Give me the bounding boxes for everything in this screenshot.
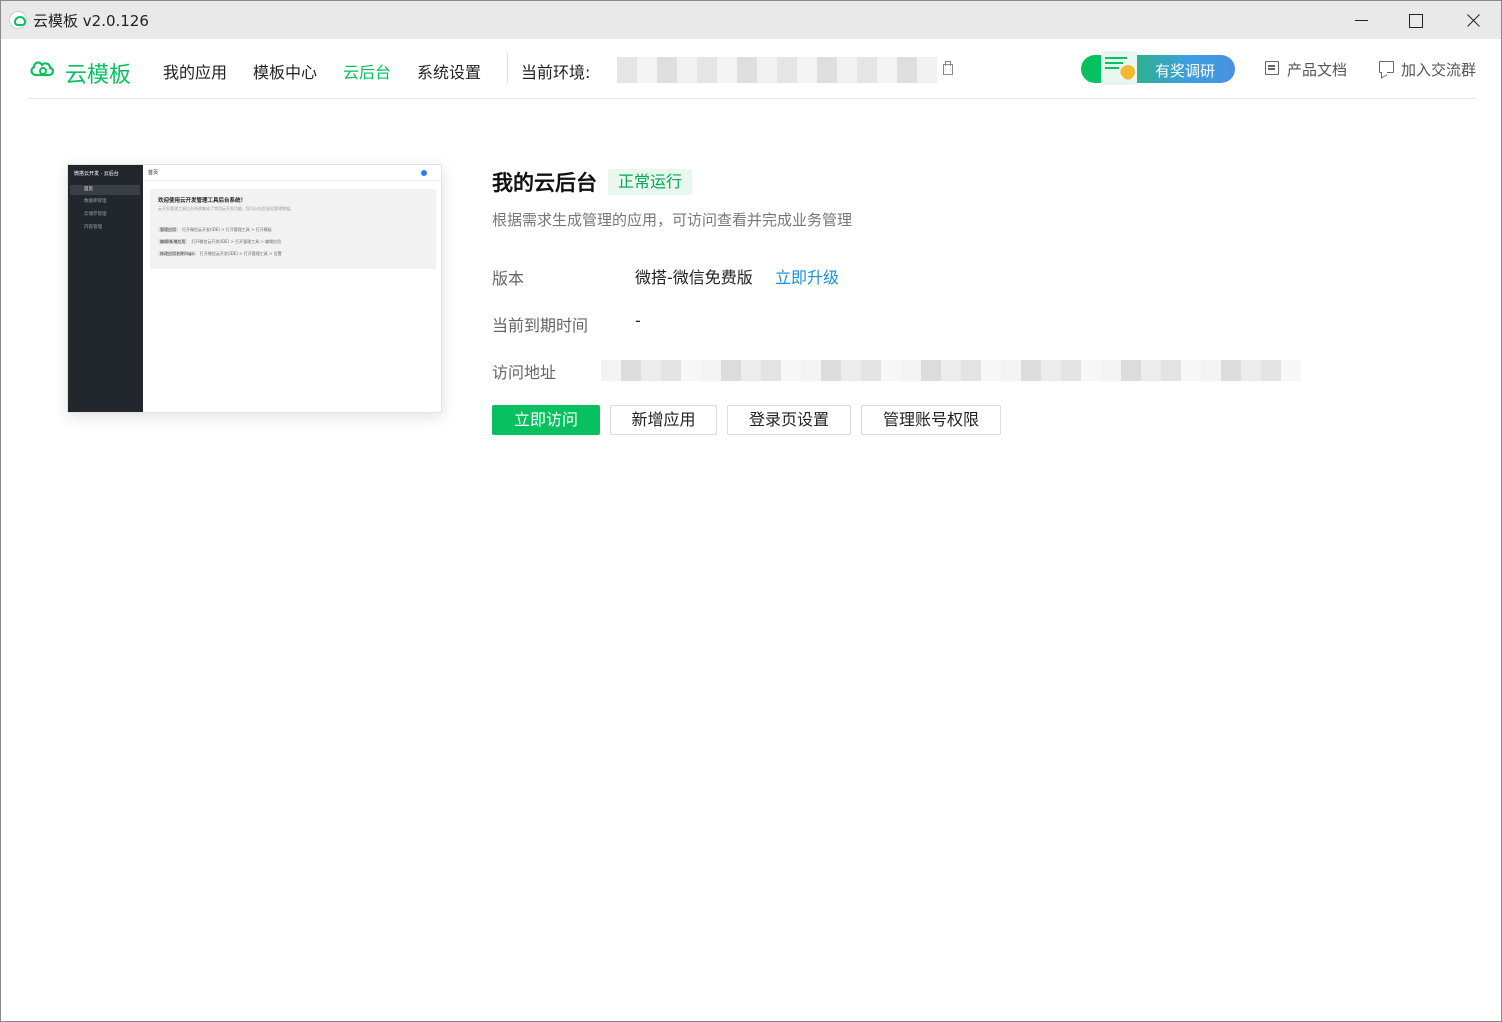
nav-divider <box>507 53 508 83</box>
top-nav: 云模板 我的应用 模板中心 云后台 系统设置 当前环境: 有奖调研 产品文档 加… <box>27 39 1477 99</box>
version-value: 微搭-微信免费版 <box>635 268 753 287</box>
nav-cloud-backend[interactable]: 云后台 <box>343 59 391 83</box>
env-value-redacted <box>617 57 937 83</box>
cloud-icon <box>30 61 54 77</box>
docs-link[interactable]: 产品文档 <box>1265 59 1347 80</box>
account-permissions-button[interactable]: 管理账号权限 <box>861 405 1001 435</box>
preview-welcome-title: 欢迎使用云开发管理工具后台系统！ <box>158 198 247 204</box>
survey-illustration-icon <box>1101 51 1138 85</box>
nav-system-settings[interactable]: 系统设置 <box>417 59 481 83</box>
page-title: 我的云后台 <box>492 171 597 195</box>
status-badge: 正常运行 <box>608 169 693 195</box>
minimize-icon[interactable] <box>1341 5 1381 35</box>
url-label: 访问地址 <box>492 363 557 382</box>
url-value-redacted <box>601 360 1301 381</box>
preview-menu-item: 数据库管理 <box>84 199 107 204</box>
app-window: 云模板 v2.0.126 云模板 我的应用 模板中心 云后台 系统设置 当前环境… <box>0 0 1502 1022</box>
preview-welcome-card: 欢迎使用云开发管理工具后台系统！ 云开发管理工具后台系统集成了常用云开发功能，您… <box>150 189 436 269</box>
backend-preview-thumbnail: 微搭云开发 · 云后台 首页 数据库管理 云储存管理 内容管理 首页 欢迎使用云… <box>67 164 442 413</box>
close-icon[interactable] <box>1453 5 1493 35</box>
preview-menu-item: 云储存管理 <box>84 212 107 217</box>
visit-button[interactable]: 立即访问 <box>492 405 600 435</box>
preview-row: 编辑/新增应用 打开微信云开发(IDE) > 打开管理工具 > 编辑应用 <box>158 239 282 244</box>
expire-value: - <box>635 311 641 330</box>
preview-avatar <box>421 170 427 176</box>
title-bar[interactable]: 云模板 v2.0.126 <box>1 1 1501 39</box>
preview-sidebar: 微搭云开发 · 云后台 首页 数据库管理 云储存管理 内容管理 <box>68 165 143 412</box>
preview-row: 管理应用 打开微信云开发(IDE) > 打开管理工具 > 打开模板 <box>158 227 272 232</box>
login-settings-button[interactable]: 登录页设置 <box>727 405 851 435</box>
join-group-link[interactable]: 加入交流群 <box>1379 59 1476 80</box>
maximize-icon[interactable] <box>1395 5 1435 35</box>
copy-icon[interactable] <box>941 61 953 75</box>
page-description: 根据需求生成管理的应用，可访问查看并完成业务管理 <box>492 211 853 229</box>
window-title: 云模板 v2.0.126 <box>33 12 149 30</box>
preview-menu-item: 首页 <box>70 185 140 195</box>
preview-brand: 微搭云开发 · 云后台 <box>74 171 119 177</box>
preview-topbar: 首页 <box>143 165 441 181</box>
app-logo-icon <box>9 11 27 29</box>
version-label: 版本 <box>492 269 525 288</box>
expire-label: 当前到期时间 <box>492 316 589 335</box>
preview-welcome-desc: 云开发管理工具后台系统集成了常用云开发功能，您可以在此轻松管理数据。 <box>158 206 294 211</box>
survey-button[interactable]: 有奖调研 <box>1081 51 1235 85</box>
survey-label: 有奖调研 <box>1155 62 1216 80</box>
preview-main: 首页 欢迎使用云开发管理工具后台系统！ 云开发管理工具后台系统集成了常用云开发功… <box>143 165 441 412</box>
upgrade-link[interactable]: 立即升级 <box>775 264 839 288</box>
add-app-button[interactable]: 新增应用 <box>610 405 717 435</box>
preview-row: 修改应用名称/logo 打开微信云开发(IDE) > 打开管理工具 > 设置 <box>158 251 282 256</box>
nav-my-apps[interactable]: 我的应用 <box>163 59 227 83</box>
nav-template-center[interactable]: 模板中心 <box>253 59 317 83</box>
preview-menu-item: 内容管理 <box>84 225 102 230</box>
brand-name: 云模板 <box>65 63 132 88</box>
env-label: 当前环境: <box>521 63 591 82</box>
